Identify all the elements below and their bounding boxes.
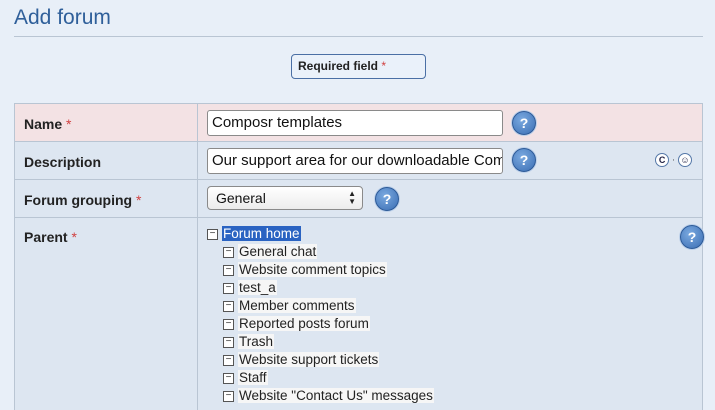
- tree-node-label[interactable]: Member comments: [238, 298, 356, 313]
- forum-grouping-required-star: *: [135, 192, 142, 208]
- collapse-icon[interactable]: −: [223, 264, 234, 276]
- tree-node-label[interactable]: Website support tickets: [238, 352, 380, 367]
- required-legend-text: Required field: [298, 59, 379, 73]
- parent-tree: − Forum home − General chat − Website comme…: [207, 225, 434, 405]
- parent-label: Parent: [24, 229, 68, 245]
- description-row: Description Our support area for our dow…: [14, 142, 703, 180]
- wysiwyg-icon[interactable]: ☺: [678, 153, 692, 167]
- editor-icon-separator: ·: [671, 154, 676, 166]
- editor-toggle-icons: C · ☺: [655, 153, 692, 167]
- tree-node-root[interactable]: − Forum home: [207, 225, 434, 243]
- name-field-cell: Composr templates ?: [198, 104, 702, 141]
- tree-node-label[interactable]: Trash: [238, 334, 275, 349]
- required-star: *: [381, 59, 387, 73]
- name-input[interactable]: Composr templates: [207, 110, 503, 136]
- collapse-icon[interactable]: −: [223, 336, 234, 348]
- forum-grouping-row: Forum grouping * General ▲ ▼ ?: [14, 180, 703, 218]
- tree-node[interactable]: − Reported posts forum: [207, 315, 434, 333]
- collapse-icon[interactable]: −: [223, 246, 234, 258]
- forum-grouping-help-icon[interactable]: ?: [375, 187, 399, 211]
- parent-required-star: *: [71, 229, 77, 245]
- tree-node[interactable]: − Member comments: [207, 297, 434, 315]
- tree-node[interactable]: − Staff: [207, 369, 434, 387]
- name-label: Name: [24, 116, 63, 132]
- description-field-cell: Our support area for our downloadable Co…: [198, 142, 702, 179]
- parent-label-cell: Parent *: [15, 218, 198, 410]
- tree-node[interactable]: − Website "Contact Us" messages: [207, 387, 434, 405]
- tree-node-label[interactable]: test_a: [238, 280, 277, 295]
- title-divider: [14, 36, 703, 37]
- tree-node[interactable]: − General chat: [207, 243, 434, 261]
- tree-node-label[interactable]: Forum home: [222, 226, 301, 241]
- name-help-icon[interactable]: ?: [512, 111, 536, 135]
- collapse-icon[interactable]: −: [207, 228, 218, 240]
- collapse-icon[interactable]: −: [223, 354, 234, 366]
- parent-field-cell: − Forum home − General chat − Website comme…: [198, 218, 704, 410]
- comcode-icon[interactable]: C: [655, 153, 670, 167]
- name-label-cell: Name *: [15, 104, 198, 141]
- tree-node[interactable]: − Trash: [207, 333, 434, 351]
- tree-node-label[interactable]: Reported posts forum: [238, 316, 370, 331]
- collapse-icon[interactable]: −: [223, 390, 234, 402]
- tree-node[interactable]: − test_a: [207, 279, 434, 297]
- name-required-star: *: [66, 116, 72, 132]
- page-title: Add forum: [14, 6, 111, 29]
- forum-grouping-selected: General: [216, 190, 266, 206]
- tree-node-label[interactable]: Staff: [238, 370, 268, 385]
- collapse-icon[interactable]: −: [223, 300, 234, 312]
- parent-help-icon[interactable]: ?: [680, 225, 704, 249]
- forum-grouping-label-cell: Forum grouping *: [15, 180, 198, 217]
- description-input[interactable]: Our support area for our downloadable Co…: [207, 148, 503, 174]
- required-field-legend: Required field *: [291, 54, 426, 79]
- forum-grouping-label: Forum grouping: [24, 192, 133, 208]
- tree-node-label[interactable]: General chat: [238, 244, 318, 259]
- select-arrows-icon: ▲ ▼: [348, 189, 356, 206]
- tree-node-label[interactable]: Website comment topics: [238, 262, 387, 277]
- tree-node-label[interactable]: Website "Contact Us" messages: [238, 388, 434, 403]
- forum-grouping-select[interactable]: General ▲ ▼: [207, 186, 363, 210]
- collapse-icon[interactable]: −: [223, 282, 234, 294]
- collapse-icon[interactable]: −: [223, 372, 234, 384]
- name-row: Name * Composr templates ?: [14, 104, 703, 142]
- tree-node[interactable]: − Website support tickets: [207, 351, 434, 369]
- parent-row: Parent * − Forum home − General chat − Webs…: [14, 218, 704, 410]
- description-help-icon[interactable]: ?: [512, 148, 536, 172]
- tree-node[interactable]: − Website comment topics: [207, 261, 434, 279]
- description-label-cell: Description: [15, 142, 198, 179]
- description-label: Description: [24, 154, 102, 170]
- collapse-icon[interactable]: −: [223, 318, 234, 330]
- forum-form: Name * Composr templates ? Description O…: [14, 103, 704, 410]
- forum-grouping-field-cell: General ▲ ▼ ?: [198, 180, 702, 217]
